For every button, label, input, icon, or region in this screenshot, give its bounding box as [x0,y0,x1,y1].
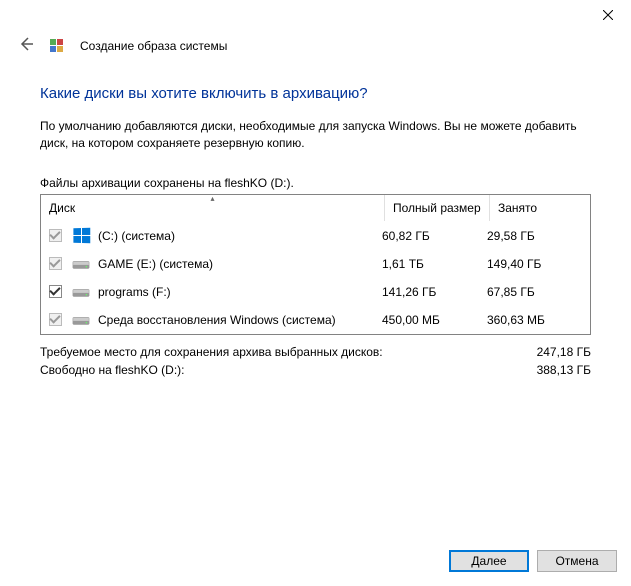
table-row: programs (F:)141,26 ГБ67,85 ГБ [41,278,590,306]
disk-name: programs (F:) [98,285,382,299]
disk-used: 149,40 ГБ [487,257,582,271]
disk-name: GAME (E:) (система) [98,257,382,271]
backup-location-text: Файлы архивации сохранены на fleshKO (D:… [40,176,591,190]
disk-used: 67,85 ГБ [487,285,582,299]
page-heading: Какие диски вы хотите включить в архивац… [40,85,591,102]
disk-checkbox [49,257,62,270]
hdd-icon [72,313,90,327]
content-area: Какие диски вы хотите включить в архивац… [0,85,631,379]
disk-checkbox [49,229,62,242]
footer: Далее Отмена [449,550,617,572]
free-space-value: 388,13 ГБ [537,363,591,377]
column-header-disk[interactable]: Диск ▴ [41,195,385,221]
titlebar [0,0,631,30]
page-description: По умолчанию добавляются диски, необходи… [40,118,591,152]
required-space-label: Требуемое место для сохранения архива вы… [40,345,383,359]
table-header: Диск ▴ Полный размер Занято [41,195,590,222]
disk-checkbox [49,313,62,326]
next-button[interactable]: Далее [449,550,529,572]
required-space-value: 247,18 ГБ [537,345,591,359]
free-space-label: Свободно на fleshKO (D:): [40,363,184,377]
table-row: Среда восстановления Windows (система)45… [41,306,590,334]
disk-used: 360,63 МБ [487,313,582,327]
summary: Требуемое место для сохранения архива вы… [40,343,591,379]
close-icon [603,10,613,20]
sort-indicator-icon: ▴ [210,194,214,203]
disk-size: 450,00 МБ [382,313,487,327]
table-row: GAME (E:) (система)1,61 ТБ149,40 ГБ [41,250,590,278]
column-header-used[interactable]: Занято [490,195,590,221]
wizard-header: Создание образа системы [0,30,631,69]
disk-size: 1,61 ТБ [382,257,487,271]
table-row: (C:) (система)60,82 ГБ29,58 ГБ [41,222,590,250]
disk-name: (C:) (система) [98,229,382,243]
window-title: Создание образа системы [80,39,227,53]
cancel-button[interactable]: Отмена [537,550,617,572]
disk-table: Диск ▴ Полный размер Занято (C:) (систем… [40,194,591,335]
hdd-icon [72,257,90,271]
back-button[interactable] [18,36,34,55]
column-header-size[interactable]: Полный размер [385,195,490,221]
disk-name: Среда восстановления Windows (система) [98,313,382,327]
disk-used: 29,58 ГБ [487,229,582,243]
disk-size: 60,82 ГБ [382,229,487,243]
windows-logo-icon [72,229,90,243]
disk-checkbox[interactable] [49,285,62,298]
disk-size: 141,26 ГБ [382,285,487,299]
system-image-icon [48,37,66,55]
back-arrow-icon [18,36,34,52]
close-button[interactable] [585,0,631,30]
hdd-icon [72,285,90,299]
